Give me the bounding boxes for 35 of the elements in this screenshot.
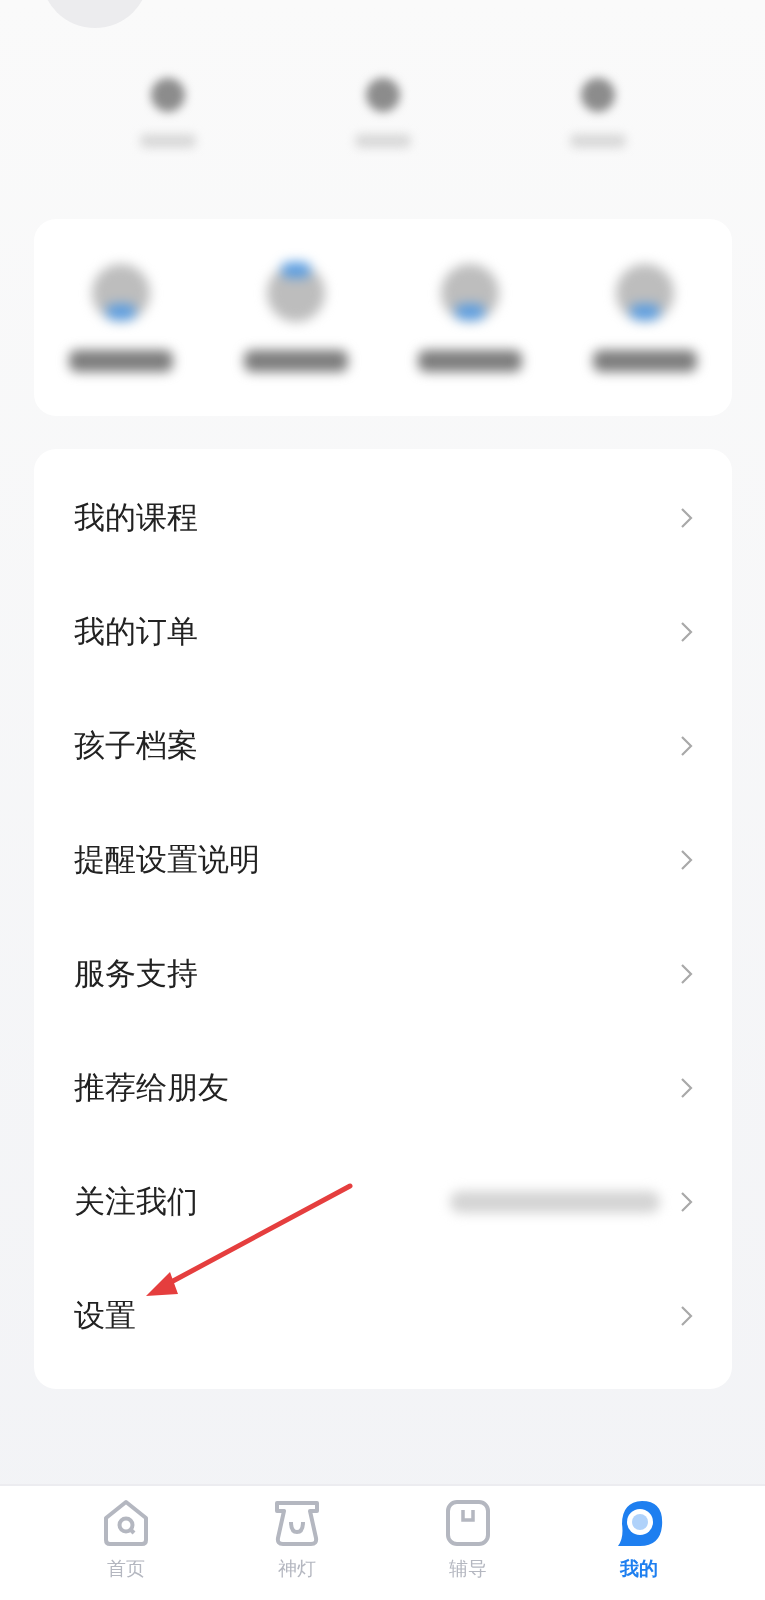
menu-item[interactable]: 关注我们 [34, 1145, 732, 1259]
blurred-label [569, 134, 626, 148]
menu-item[interactable]: 我的订单 [34, 575, 732, 689]
tab[interactable]: 我的 [584, 1496, 695, 1600]
menu-item[interactable]: 提醒设置说明 [34, 803, 732, 917]
menu-item[interactable]: 设置 [34, 1259, 732, 1373]
blurred-icon[interactable] [150, 78, 185, 112]
menu-label: 孩子档案 [74, 726, 199, 765]
chevron-right-icon [680, 1191, 694, 1213]
blurred-icon[interactable] [441, 263, 500, 322]
blurred-icon[interactable] [92, 263, 151, 322]
chevron-right-icon [680, 621, 694, 643]
chevron-right-icon [680, 849, 694, 871]
menu-item[interactable]: 孩子档案 [34, 689, 732, 803]
menu-item[interactable]: 推荐给朋友 [34, 1031, 732, 1145]
chevron-right-icon [680, 735, 694, 757]
blurred-label [354, 134, 411, 148]
blurred-icon[interactable] [580, 78, 615, 112]
menu-label: 关注我们 [74, 1182, 199, 1221]
menu-label: 我的订单 [74, 612, 199, 651]
menu-item[interactable]: 服务支持 [34, 917, 732, 1031]
blurred-icon[interactable] [266, 263, 325, 322]
menu-label: 设置 [74, 1296, 137, 1335]
chevron-right-icon [680, 1077, 694, 1099]
menu-item[interactable]: 我的课程 [34, 461, 732, 575]
chevron-right-icon [680, 507, 694, 529]
blurred-icon[interactable] [615, 263, 674, 322]
chevron-right-icon [680, 1305, 694, 1327]
blurred-icon[interactable] [365, 78, 400, 112]
chevron-right-icon [680, 963, 694, 985]
blurred-label [139, 134, 196, 148]
menu-label: 我的课程 [74, 498, 199, 537]
menu-label: 提醒设置说明 [74, 840, 261, 879]
menu-label: 服务支持 [74, 954, 199, 993]
menu-label: 推荐给朋友 [74, 1068, 230, 1107]
